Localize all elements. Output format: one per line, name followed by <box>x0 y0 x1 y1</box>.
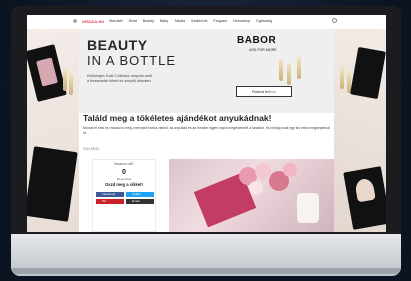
article: Találd meg a tökéletes ajándékot anyukád… <box>79 113 334 232</box>
share-box: Hasznos volt? 0 Megosztás Oszd meg a cik… <box>92 159 156 232</box>
share-count: 0 <box>122 169 126 176</box>
flower-image <box>255 163 271 179</box>
nav-item[interactable]: Stardaet <box>109 19 123 23</box>
product-box <box>27 146 78 222</box>
pinterest-share-button[interactable]: Pin <box>96 199 124 204</box>
product-box <box>350 46 386 100</box>
article-hero-image <box>169 159 334 232</box>
nav-item[interactable]: Baby <box>160 19 168 23</box>
ampoule-image <box>297 57 301 79</box>
twitter-share-button[interactable]: Twitter <box>126 192 154 197</box>
banner-title: BEAUTY <box>87 37 148 53</box>
nav-item[interactable]: Egészség <box>256 19 272 23</box>
banner-cta-button[interactable]: Fedezd fel!>>> <box>236 86 292 97</box>
article-intro: Mondd el neki és mutasd is meg, mennyire… <box>83 126 330 135</box>
share-cta: Oszd meg a cikket! <box>105 182 143 187</box>
ampoule-image <box>279 59 283 81</box>
brand-logo: BABOR <box>237 35 277 46</box>
article-title: Találd meg a tökéletes ajándékot anyukád… <box>83 113 272 123</box>
site-logo[interactable]: GRAZIA.HU <box>82 19 104 24</box>
facebook-share-button[interactable]: Facebook <box>96 192 124 197</box>
share-count-label: Megosztás <box>116 177 132 181</box>
flower-image <box>249 181 263 195</box>
nav-item[interactable]: Beauty <box>143 19 154 23</box>
ampoule-image <box>69 73 73 95</box>
ampoule-image <box>340 67 344 89</box>
beauty-banner-ad[interactable]: BEAUTY IN A BOTTLE Különleges Gold Colle… <box>79 29 334 113</box>
cup-image <box>297 193 319 223</box>
nav-item[interactable]: Tálalta <box>174 19 185 23</box>
email-share-button[interactable]: Email <box>126 199 154 204</box>
top-navigation: GRAZIA.HU Stardaet Divat Beauty Baby Tál… <box>27 15 386 30</box>
brand-tagline: ASK FOR MORE <box>249 48 277 52</box>
ampoule-image <box>287 63 291 85</box>
nav-item[interactable]: Program <box>213 19 227 23</box>
left-ad-panel[interactable] <box>27 29 79 232</box>
menu-icon[interactable] <box>73 19 77 23</box>
share-heading: Hasznos volt? <box>113 162 135 166</box>
screen: GRAZIA.HU Stardaet Divat Beauty Baby Tál… <box>27 15 386 232</box>
nav-item[interactable]: Sztárhírek <box>191 19 207 23</box>
right-ad-panel[interactable] <box>334 29 386 232</box>
search-icon[interactable] <box>332 18 337 23</box>
banner-subtitle: IN A BOTTLE <box>87 53 177 68</box>
nav-menu: Stardaet Divat Beauty Baby Tálalta Sztár… <box>109 19 272 23</box>
banner-description: Különleges Gold Collection ampulla szett <box>87 74 153 78</box>
ampoule-image <box>63 69 67 91</box>
monitor-foot <box>11 268 401 274</box>
nav-item[interactable]: Divat <box>129 19 137 23</box>
nav-item[interactable]: Horoszkóp <box>233 19 250 23</box>
flower-image <box>283 163 297 177</box>
article-date: 2024.05.05. <box>83 147 100 151</box>
banner-description: a fesszesebb bőrért és szépítő álmokért <box>87 79 151 83</box>
